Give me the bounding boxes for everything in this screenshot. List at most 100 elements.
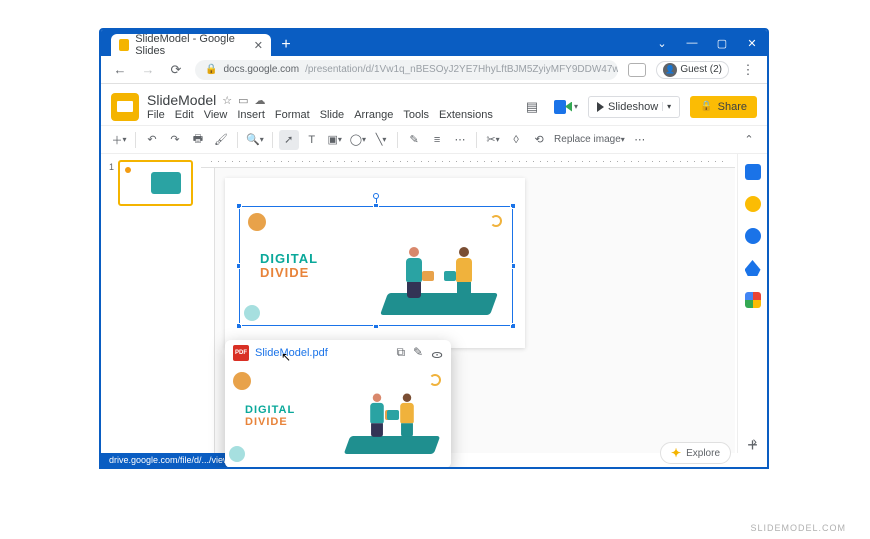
address-bar: ← → ⟳ 🔒 docs.google.com/presentation/d/1… — [101, 56, 767, 84]
replace-image-button[interactable]: Replace image — [552, 130, 627, 150]
minimize-icon[interactable]: — — [677, 30, 707, 56]
line-tool[interactable]: ╲ — [371, 130, 391, 150]
star-icon[interactable]: ☆ — [222, 94, 232, 107]
remove-link-icon[interactable]: ᯣ — [431, 345, 443, 362]
selected-image[interactable]: DIGITAL DIVIDE — [240, 207, 512, 325]
reset-image-button[interactable]: ⟲ — [529, 130, 549, 150]
keep-icon[interactable] — [745, 196, 761, 212]
image-selection[interactable]: DIGITAL DIVIDE — [239, 206, 513, 326]
border-color-button[interactable]: ✎ — [404, 130, 424, 150]
explore-label: Explore — [686, 448, 720, 459]
browser-titlebar: SlideModel - Google Slides ✕ + ⌄ — ▢ ✕ — [101, 30, 767, 56]
slideshow-button[interactable]: Slideshow ▾ — [588, 96, 680, 118]
chevron-down-icon[interactable]: ▾ — [662, 102, 671, 111]
url-field[interactable]: 🔒 docs.google.com/presentation/d/1Vw1q_n… — [195, 60, 618, 80]
chevron-down-icon[interactable]: ⌄ — [647, 30, 677, 56]
cloud-saved-icon: ☁ — [255, 94, 266, 107]
watermark: SLIDEMODEL.COM — [750, 523, 846, 533]
border-dash-button[interactable]: ⋯ — [450, 130, 470, 150]
undo-button[interactable]: ↶ — [142, 130, 162, 150]
filmstrip-panel: 1 — [101, 154, 201, 453]
slide-thumbnail-row: 1 — [109, 160, 193, 206]
menu-tools[interactable]: Tools — [403, 109, 429, 121]
profile-badge[interactable]: 👤 Guest (2) — [656, 61, 729, 79]
document-title[interactable]: SlideModel — [147, 92, 216, 108]
explore-icon: ✦ — [671, 446, 681, 460]
slide-text-line2: DIVIDE — [260, 265, 309, 280]
image-tool[interactable]: ▣ — [325, 130, 345, 150]
avatar-icon: 👤 — [663, 63, 677, 77]
menu-format[interactable]: Format — [275, 109, 310, 121]
maps-icon[interactable] — [745, 292, 761, 308]
side-panel-toggle[interactable]: › — [752, 433, 757, 449]
paint-format-button[interactable]: 🖌 — [211, 130, 231, 150]
move-icon[interactable]: ▭ — [238, 94, 248, 107]
textbox-tool[interactable]: T — [302, 130, 322, 150]
meet-icon[interactable]: ▾ — [554, 95, 578, 119]
menu-insert[interactable]: Insert — [237, 109, 265, 121]
crop-button[interactable]: ✂ — [483, 130, 503, 150]
extension-icon[interactable] — [628, 63, 646, 77]
back-icon[interactable]: ← — [111, 62, 129, 77]
rotate-handle[interactable] — [373, 193, 379, 199]
comments-icon[interactable]: ▤ — [520, 95, 544, 119]
edit-link-icon[interactable]: ✎ — [413, 345, 423, 362]
slideshow-label: Slideshow — [608, 101, 658, 113]
contacts-icon[interactable] — [745, 260, 761, 276]
browser-window: SlideModel - Google Slides ✕ + ⌄ — ▢ ✕ ←… — [99, 28, 769, 469]
reload-icon[interactable]: ⟳ — [167, 62, 185, 78]
menu-extensions[interactable]: Extensions — [439, 109, 493, 121]
cursor-icon: ↖ — [281, 350, 291, 364]
preview-filename[interactable]: SlideModel.pdf — [255, 347, 328, 359]
lock-icon: 🔒 — [700, 101, 712, 112]
menu-view[interactable]: View — [204, 109, 228, 121]
menu-slide[interactable]: Slide — [320, 109, 344, 121]
select-tool[interactable]: ➚ — [279, 130, 299, 150]
side-panel: + — [737, 154, 767, 453]
redo-button[interactable]: ↷ — [165, 130, 185, 150]
slide-text-line1: DIGITAL — [260, 251, 318, 266]
app-header: SlideModel ☆ ▭ ☁ File Edit View Insert F… — [101, 84, 767, 126]
play-icon — [597, 102, 604, 112]
guest-label: Guest (2) — [680, 64, 722, 75]
preview-image[interactable]: DIGITAL DIVIDE — [225, 366, 451, 466]
slide-thumbnail[interactable] — [118, 160, 193, 206]
close-window-icon[interactable]: ✕ — [737, 30, 767, 56]
menu-arrange[interactable]: Arrange — [354, 109, 393, 121]
slides-favicon — [119, 39, 129, 51]
horizontal-ruler — [201, 154, 735, 168]
menu-edit[interactable]: Edit — [175, 109, 194, 121]
link-preview-card: PDF SlideModel.pdf ⧉ ✎ ᯣ DIGITAL DIVIDE — [225, 340, 451, 468]
forward-icon[interactable]: → — [139, 62, 157, 77]
url-path: /presentation/d/1Vw1q_nBESOyJ2YE7HhyLftB… — [305, 64, 618, 75]
border-weight-button[interactable]: ≡ — [427, 130, 447, 150]
print-button[interactable]: 🖶 — [188, 130, 208, 150]
new-tab-button[interactable]: + — [275, 34, 297, 56]
window-controls: ⌄ — ▢ ✕ — [647, 30, 767, 56]
slide-number: 1 — [109, 160, 114, 206]
close-tab-icon[interactable]: ✕ — [254, 39, 263, 52]
mask-button[interactable]: ◊ — [506, 130, 526, 150]
tasks-icon[interactable] — [745, 228, 761, 244]
pdf-icon: PDF — [233, 345, 249, 361]
menu-file[interactable]: File — [147, 109, 165, 121]
preview-text-line1: DIGITAL — [245, 404, 295, 416]
share-label: Share — [718, 101, 747, 113]
toolbar: ＋ ↶ ↷ 🖶 🖌 🔍 ➚ T ▣ ◯ ╲ ✎ ≡ ⋯ ✂ ◊ ⟲ Replac… — [101, 126, 767, 154]
new-slide-button[interactable]: ＋ — [109, 130, 129, 150]
slides-logo[interactable] — [111, 93, 139, 121]
zoom-button[interactable]: 🔍 — [244, 130, 266, 150]
explore-button[interactable]: ✦ Explore — [660, 442, 731, 464]
menu-icon[interactable]: ⋮ — [739, 62, 757, 78]
maximize-icon[interactable]: ▢ — [707, 30, 737, 56]
calendar-icon[interactable] — [745, 164, 761, 180]
collapse-toolbar-icon[interactable]: ⌃ — [739, 130, 759, 150]
shape-tool[interactable]: ◯ — [348, 130, 368, 150]
browser-tab[interactable]: SlideModel - Google Slides ✕ — [111, 34, 271, 56]
more-tools-button[interactable]: ⋯ — [630, 130, 650, 150]
lock-icon: 🔒 — [205, 64, 217, 75]
preview-text-line2: DIVIDE — [245, 416, 288, 428]
copy-link-icon[interactable]: ⧉ — [396, 345, 405, 362]
share-button[interactable]: 🔒 Share — [690, 96, 757, 118]
vertical-ruler — [201, 168, 215, 453]
